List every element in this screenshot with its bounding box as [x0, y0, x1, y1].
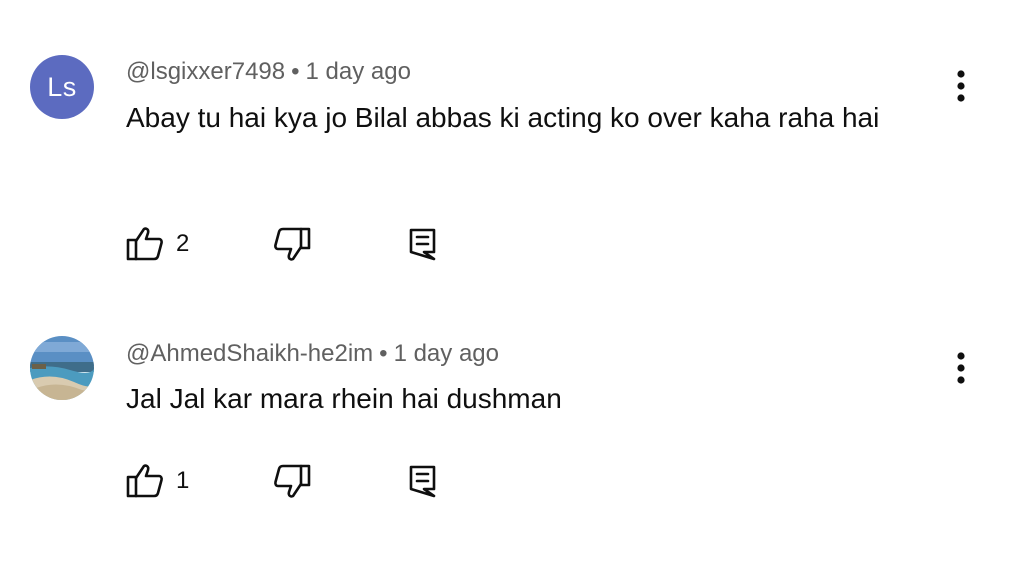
comment-text: Abay tu hai kya jo Bilal abbas ki acting…	[126, 102, 880, 133]
like-button[interactable]: 2	[126, 224, 189, 264]
more-vertical-icon	[957, 352, 965, 384]
thumbs-down-icon	[274, 227, 311, 261]
thumbs-down-icon	[274, 464, 311, 498]
reply-button[interactable]	[408, 224, 438, 264]
comment-header: @lsgixxer7498 • 1 day ago	[126, 58, 411, 86]
comment-time[interactable]: 1 day ago	[306, 58, 411, 85]
like-count: 2	[176, 230, 190, 257]
beach-landscape-image	[30, 336, 94, 400]
avatar[interactable]: Ls	[30, 55, 94, 119]
reply-button[interactable]	[408, 461, 438, 501]
thumbs-up-icon	[126, 227, 163, 261]
dislike-button[interactable]	[273, 461, 311, 501]
dislike-button[interactable]	[273, 224, 311, 264]
like-button[interactable]: 1	[126, 461, 189, 501]
comment-header: @AhmedShaikh-he2im • 1 day ago	[126, 340, 499, 368]
avatar[interactable]	[30, 336, 94, 400]
comment-time[interactable]: 1 day ago	[394, 340, 499, 367]
author-handle[interactable]: @AhmedShaikh-he2im	[126, 340, 373, 367]
author-handle[interactable]: @lsgixxer7498	[126, 58, 285, 85]
like-count: 1	[176, 467, 190, 494]
more-vertical-icon	[957, 70, 965, 102]
reply-icon	[409, 465, 436, 498]
comment-text: Jal Jal kar mara rhein hai dushman	[126, 383, 562, 414]
more-options-button[interactable]	[946, 348, 976, 388]
reply-icon	[409, 228, 436, 261]
avatar-initials: Ls	[47, 71, 77, 102]
thumbs-up-icon	[126, 464, 163, 498]
separator: •	[379, 340, 388, 367]
more-options-button[interactable]	[946, 66, 976, 106]
separator: •	[291, 58, 300, 85]
